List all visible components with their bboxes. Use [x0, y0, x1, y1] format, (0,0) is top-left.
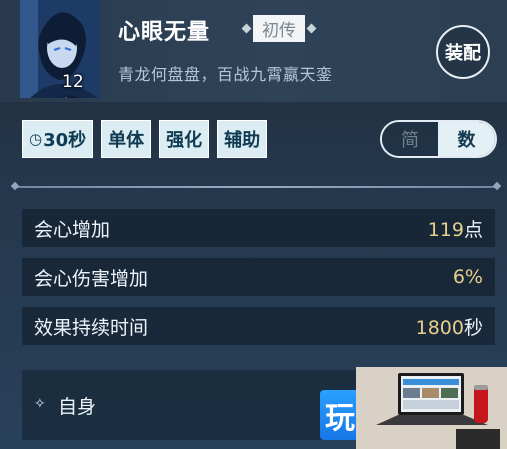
target-label: 自身	[58, 396, 97, 418]
tag-support: 辅助	[217, 120, 268, 158]
skill-level: 12级	[62, 72, 84, 98]
sparkle-icon: ✧	[34, 396, 46, 412]
view-mode-toggle[interactable]: 简 数	[380, 120, 497, 158]
stat-label: 效果持续时间	[34, 316, 149, 339]
tag-cooldown: ◷ 30秒	[22, 120, 94, 158]
stat-value: 1800秒	[415, 316, 483, 339]
tier-badge: 初传	[241, 14, 317, 42]
diamond-right-icon	[306, 23, 317, 33]
stat-value: 119点	[427, 218, 483, 241]
toggle-simple[interactable]: 简	[382, 122, 438, 156]
ad-image	[356, 367, 507, 449]
tag-single-target: 单体	[101, 120, 152, 158]
stat-row-crit: 会心增加 119点	[22, 209, 495, 247]
watermark-logo: 玩	[320, 390, 360, 440]
stat-row-duration: 效果持续时间 1800秒	[22, 307, 495, 345]
stat-label: 会心增加	[34, 218, 111, 241]
stat-row-crit-damage: 会心伤害增加 6%	[22, 258, 495, 296]
skill-portrait: 12级	[20, 0, 100, 98]
laptop-ad-icon	[356, 367, 507, 449]
diamond-left-icon	[241, 23, 252, 33]
equip-button[interactable]: 装配	[436, 25, 490, 79]
skill-name: 心眼无量	[118, 20, 211, 45]
skill-tags: ◷ 30秒 单体 强化 辅助	[22, 120, 268, 158]
tier-label: 初传	[253, 14, 305, 42]
cooldown-value: 30秒	[43, 130, 87, 151]
clock-icon: ◷	[29, 130, 43, 148]
stat-label: 会心伤害增加	[34, 267, 149, 290]
skill-description: 青龙何盘盘，百战九霄嬴天銮	[118, 65, 333, 84]
tag-buff: 强化	[159, 120, 210, 158]
section-divider	[14, 186, 498, 188]
stat-value: 6%	[452, 266, 483, 288]
toggle-numeric[interactable]: 数	[438, 122, 495, 156]
skill-header: 12级 心眼无量 初传 青龙何盘盘，百战九霄嬴天銮 装配	[0, 0, 507, 102]
